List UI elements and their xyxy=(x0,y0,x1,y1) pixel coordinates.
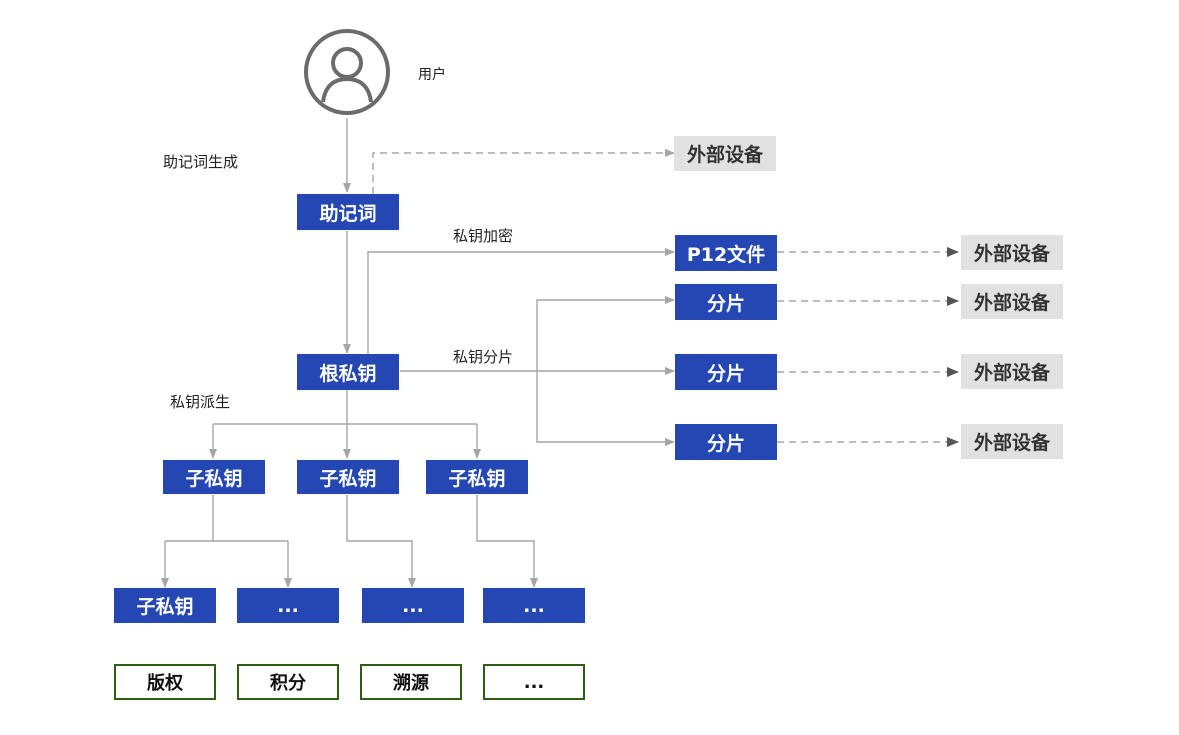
grandchild-key-node: 子私钥 xyxy=(114,588,216,623)
child-key-node-2: 子私钥 xyxy=(297,460,399,494)
arrow-root-to-p12 xyxy=(367,248,675,354)
external-device-4: 外部设备 xyxy=(961,354,1063,389)
app-more: ... xyxy=(483,664,585,700)
shard-node-2: 分片 xyxy=(675,354,777,390)
app-traceability: 溯源 xyxy=(360,664,462,700)
label-key-encryption: 私钥加密 xyxy=(453,227,514,245)
key-derivation-diagram: 用户 助记词生成 私钥加密 私钥分片 私钥派生 助记词 根私钥 P12文件 分片… xyxy=(0,0,1179,735)
app-points: 积分 xyxy=(237,664,339,700)
more-node-1: ... xyxy=(237,588,339,623)
external-device-5: 外部设备 xyxy=(961,424,1063,459)
label-key-sharding: 私钥分片 xyxy=(453,348,514,366)
user-label: 用户 xyxy=(418,67,446,83)
arrow-root-to-shard-3 xyxy=(536,371,675,446)
external-device-1: 外部设备 xyxy=(674,136,776,171)
child-key-node-3: 子私钥 xyxy=(426,460,528,494)
child-key-node-1: 子私钥 xyxy=(163,460,265,494)
label-mnemonic-generation: 助记词生成 xyxy=(163,153,239,171)
shard-node-1: 分片 xyxy=(675,284,777,320)
arrow-child-2-to-more xyxy=(346,495,416,588)
more-node-3: ... xyxy=(483,588,585,623)
shard-node-3: 分片 xyxy=(675,424,777,460)
external-device-3: 外部设备 xyxy=(961,284,1063,319)
p12-file-node: P12文件 xyxy=(675,235,777,271)
external-device-2: 外部设备 xyxy=(961,235,1063,270)
user-icon xyxy=(304,29,390,115)
app-copyright: 版权 xyxy=(114,664,216,700)
arrow-root-to-shard-1 xyxy=(536,296,675,371)
arrow-mnemonic-to-device xyxy=(372,149,675,194)
label-key-derivation: 私钥派生 xyxy=(170,393,231,411)
arrow-child-3-to-more xyxy=(476,495,538,588)
more-node-2: ... xyxy=(362,588,464,623)
mnemonic-node: 助记词 xyxy=(297,194,399,230)
root-key-node: 根私钥 xyxy=(297,354,399,390)
